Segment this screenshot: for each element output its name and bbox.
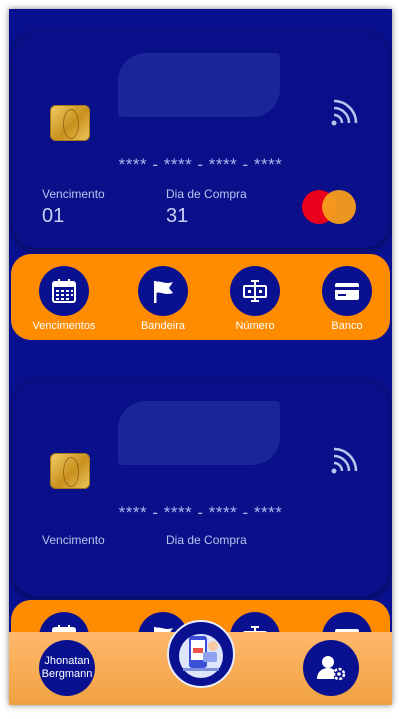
user-name: Jhonatan Bergmann	[41, 655, 93, 680]
action-label: Vencimentos	[32, 320, 96, 332]
due-label: Vencimento	[42, 187, 105, 201]
card-decoration	[118, 53, 280, 117]
text-cursor-icon	[243, 280, 267, 302]
contactless-icon	[331, 99, 358, 126]
chip-icon	[50, 453, 90, 489]
action-vencimentos[interactable]: Vencimentos	[24, 266, 104, 332]
add-card-button[interactable]	[167, 620, 235, 688]
action-numero[interactable]: Número	[215, 266, 295, 332]
due-value: 01	[42, 205, 65, 227]
action-label: Banco	[331, 320, 363, 332]
action-label: Bandeira	[140, 320, 186, 332]
calendar-icon	[52, 279, 76, 303]
mastercard-logo	[302, 190, 358, 224]
flag-icon	[154, 281, 173, 303]
card-number: **** - **** - **** - ****	[118, 155, 283, 174]
purchase-day-value: 31	[166, 205, 189, 227]
action-bandeira[interactable]: Bandeira	[123, 266, 203, 332]
credit-card-icon	[335, 283, 359, 300]
purchase-day-label: Dia de Compra	[166, 533, 247, 547]
card-number: **** - **** - **** - ****	[118, 503, 283, 522]
action-banco[interactable]: Banco	[307, 266, 387, 332]
chip-icon	[50, 105, 90, 141]
credit-cards-illustration-icon	[179, 634, 223, 678]
purchase-day-label: Dia de Compra	[166, 187, 247, 201]
card-actions-1: Vencimentos Bandeira Número Banco	[11, 254, 390, 340]
app-screen: **** - **** - **** - **** Vencimento 01 …	[9, 9, 392, 705]
user-settings-icon	[317, 656, 346, 681]
due-label: Vencimento	[42, 533, 105, 547]
user-profile-button[interactable]: Jhonatan Bergmann	[39, 640, 95, 696]
credit-card-2[interactable]: **** - **** - **** - **** Vencimento Dia…	[12, 381, 389, 596]
settings-button[interactable]	[303, 640, 359, 696]
action-label: Número	[235, 320, 275, 332]
credit-card-1[interactable]: **** - **** - **** - **** Vencimento 01 …	[12, 33, 389, 248]
card-decoration	[118, 401, 280, 465]
contactless-icon	[331, 447, 358, 474]
